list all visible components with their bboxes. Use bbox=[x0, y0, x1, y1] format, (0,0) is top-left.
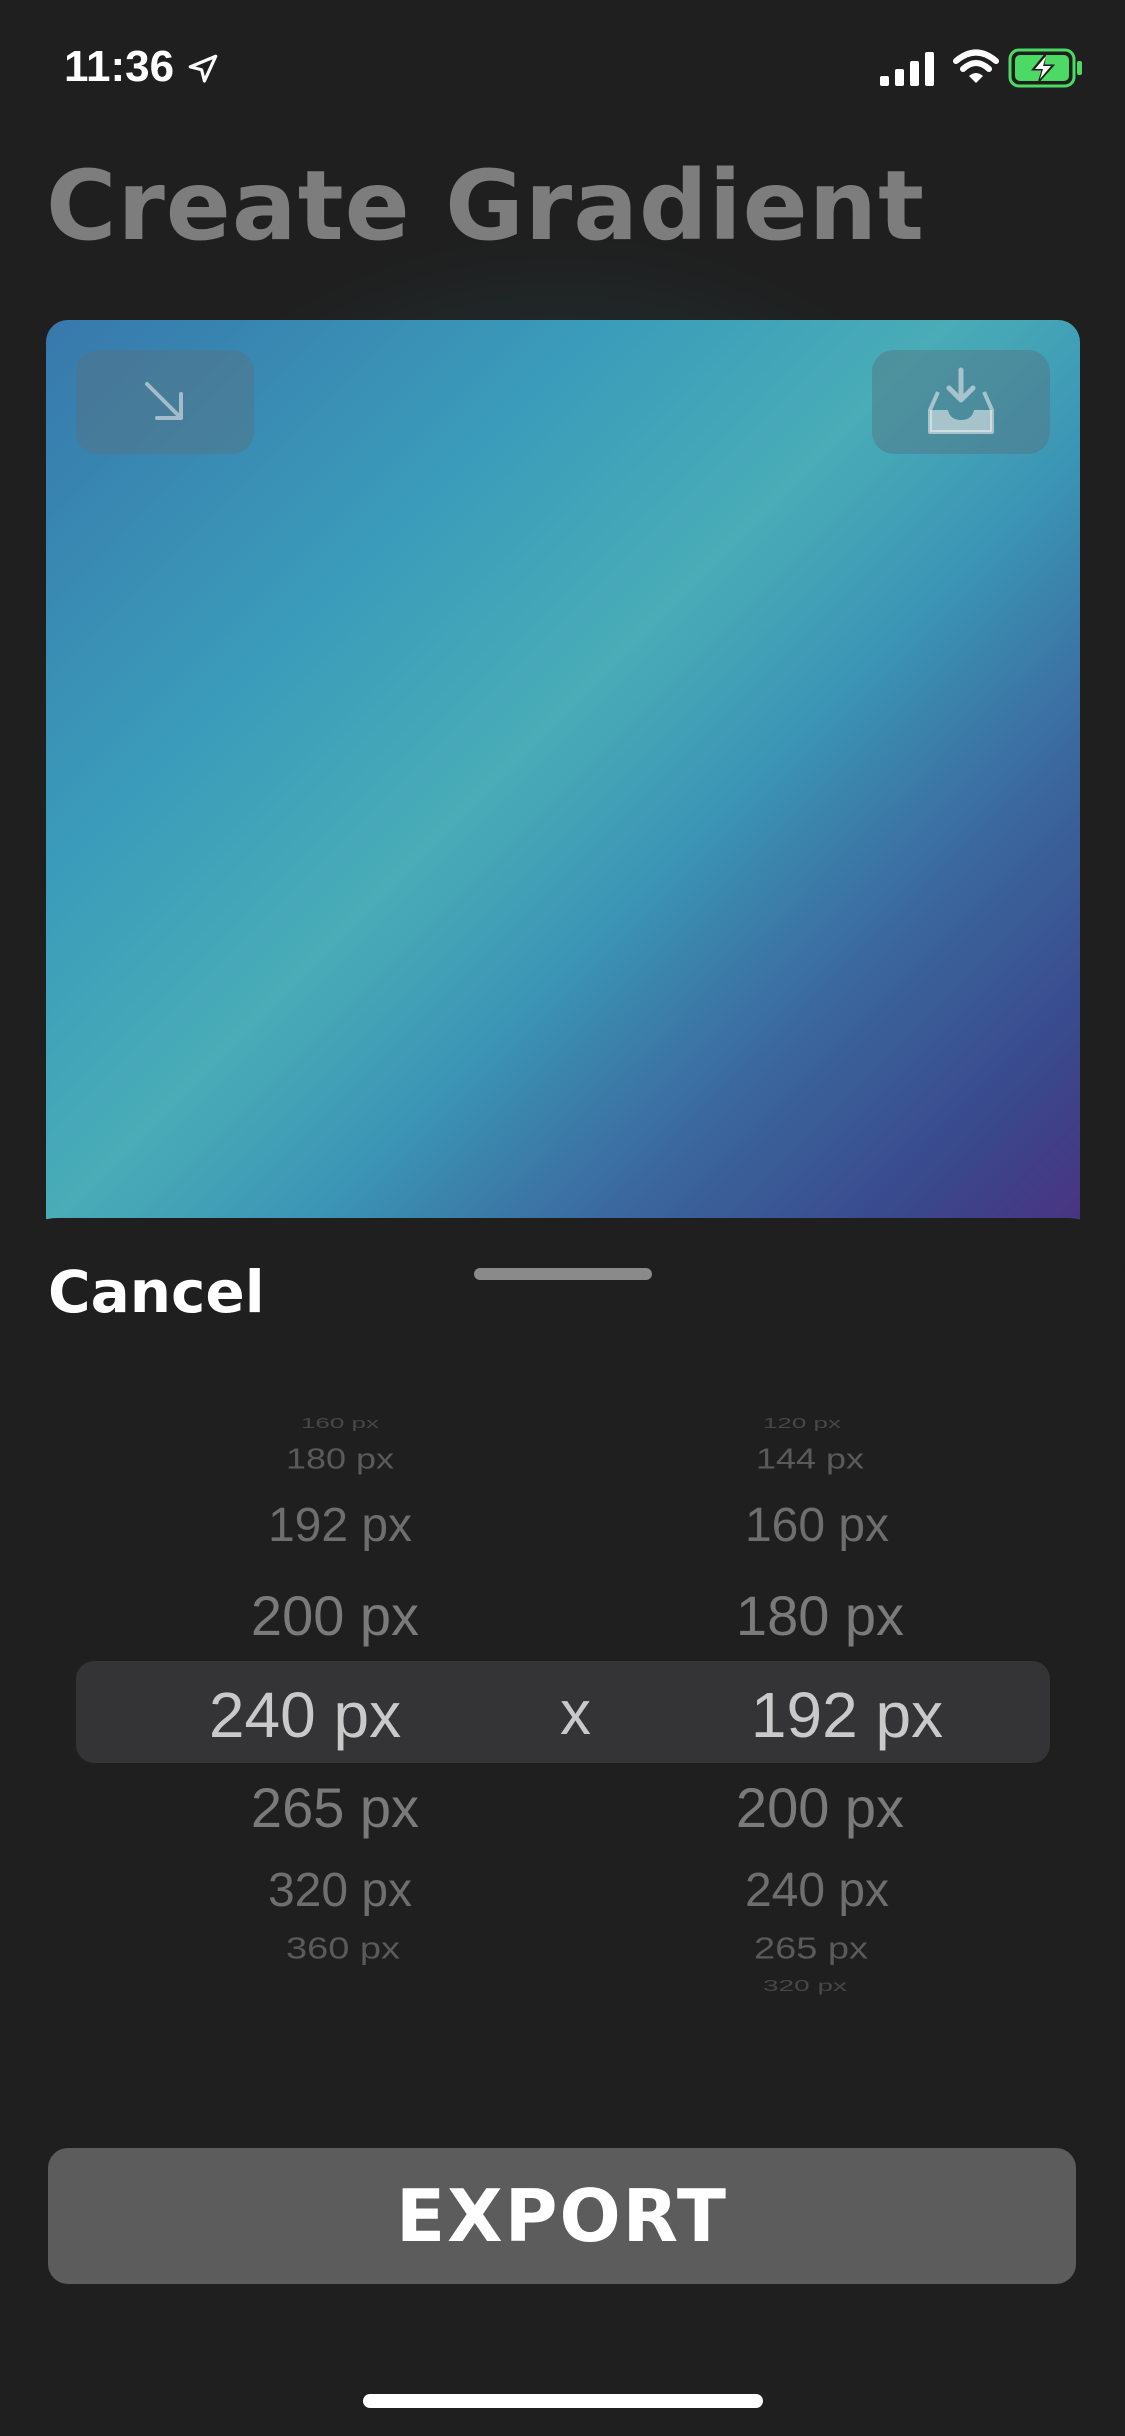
height-option[interactable]: 144 px bbox=[710, 1442, 910, 1476]
height-option[interactable]: 160 px bbox=[707, 1498, 927, 1553]
width-option[interactable]: 200 px bbox=[225, 1583, 445, 1648]
width-option[interactable]: 192 px bbox=[230, 1498, 450, 1553]
cancel-button[interactable]: Cancel bbox=[48, 1258, 265, 1326]
download-button[interactable] bbox=[872, 350, 1050, 454]
status-bar: 11:36 bbox=[0, 0, 1125, 140]
height-option[interactable]: 265 px bbox=[711, 1932, 911, 1966]
export-button[interactable]: EXPORT bbox=[48, 2148, 1076, 2284]
page-title: Create Gradient bbox=[46, 150, 925, 262]
download-tray-icon bbox=[928, 367, 994, 434]
export-sheet: Cancel 160 px 180 px 192 px 200 px 240 p… bbox=[0, 1218, 1125, 2436]
signal-icon bbox=[880, 52, 934, 86]
sheet-handle[interactable] bbox=[474, 1268, 652, 1280]
height-option[interactable]: 240 px bbox=[707, 1863, 927, 1918]
width-option[interactable]: 360 px bbox=[243, 1932, 443, 1966]
status-time: 11:36 bbox=[64, 42, 175, 91]
width-option[interactable]: 265 px bbox=[225, 1775, 445, 1840]
height-option[interactable]: 200 px bbox=[710, 1775, 930, 1840]
location-arrow-icon bbox=[188, 54, 218, 83]
width-option[interactable]: 180 px bbox=[240, 1442, 440, 1476]
direction-button[interactable] bbox=[76, 350, 254, 454]
gradient-preview[interactable] bbox=[46, 320, 1080, 1300]
home-indicator bbox=[363, 2394, 763, 2408]
height-option[interactable]: 180 px bbox=[710, 1583, 930, 1648]
width-option[interactable]: 160 px bbox=[270, 1415, 410, 1432]
dimension-separator: x bbox=[560, 1679, 591, 1748]
arrow-down-right-icon bbox=[145, 382, 183, 420]
height-option[interactable]: 320 px bbox=[735, 1977, 875, 1995]
wifi-icon bbox=[953, 49, 999, 83]
height-option-selected[interactable]: 192 px bbox=[722, 1678, 972, 1752]
height-option[interactable]: 120 px bbox=[732, 1415, 872, 1432]
width-option[interactable]: 320 px bbox=[230, 1863, 450, 1918]
battery-charging-icon bbox=[1008, 48, 1082, 88]
width-option-selected[interactable]: 240 px bbox=[180, 1678, 430, 1752]
